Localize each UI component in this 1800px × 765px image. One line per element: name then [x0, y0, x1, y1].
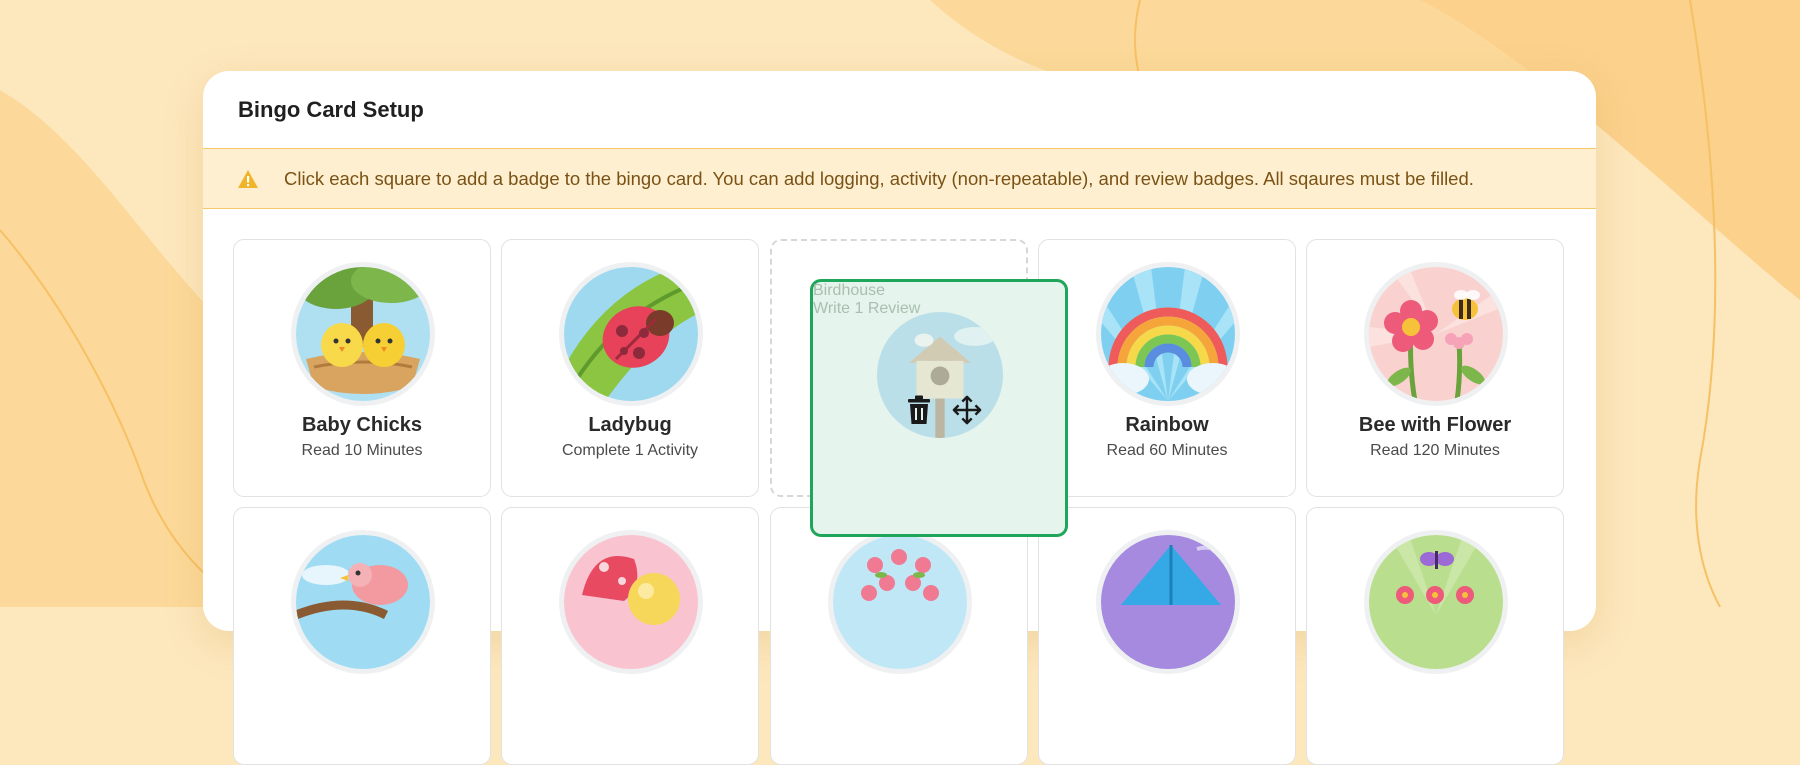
badge-requirement: Read 10 Minutes: [301, 442, 423, 459]
blossom-tree-badge-icon: [833, 535, 967, 669]
bingo-square-2[interactable]: Ladybug Complete 1 Activity: [501, 239, 759, 497]
panel-title: Bingo Card Setup: [238, 97, 424, 122]
kite-badge-icon: [1101, 535, 1235, 669]
bingo-square-6[interactable]: [233, 507, 491, 765]
baby-chicks-badge-icon: [296, 267, 430, 401]
move-icon[interactable]: [952, 394, 982, 426]
bingo-square-1[interactable]: Baby Chicks Read 10 Minutes: [233, 239, 491, 497]
mushroom-badge-icon: [564, 535, 698, 669]
bird-badge-icon: [296, 535, 430, 669]
ladybug-badge-icon: [564, 267, 698, 401]
notice-text: Click each square to add a badge to the …: [284, 168, 1474, 189]
bingo-square-7[interactable]: [501, 507, 759, 765]
trash-icon[interactable]: [904, 394, 934, 426]
badge-requirement: Read 120 Minutes: [1370, 442, 1500, 459]
dragging-bingo-square[interactable]: Birdhouse Write 1 Review: [810, 279, 1068, 537]
bingo-square-9[interactable]: [1038, 507, 1296, 765]
bingo-square-10[interactable]: [1306, 507, 1564, 765]
warning-icon: [238, 170, 258, 188]
badge-name: Bee with Flower: [1358, 414, 1512, 436]
badge-name: Rainbow: [1125, 414, 1209, 436]
bingo-square-5[interactable]: Bee with Flower Read 120 Minutes: [1306, 239, 1564, 497]
flower-butterfly-badge-icon: [1369, 535, 1503, 669]
tile-actions: [904, 394, 984, 428]
badge-name: Birdhouse: [813, 282, 886, 299]
badge-name: Ladybug: [588, 414, 672, 436]
badge-requirement: Complete 1 Activity: [561, 442, 699, 459]
info-notice: Click each square to add a badge to the …: [203, 148, 1596, 209]
bee-flower-badge-icon: [1369, 267, 1503, 401]
rainbow-badge-icon: [1101, 267, 1235, 401]
badge-requirement: Read 60 Minutes: [1106, 442, 1228, 459]
badge-name: Baby Chicks: [301, 414, 423, 436]
bingo-square-8[interactable]: [770, 507, 1028, 765]
bingo-square-4[interactable]: Rainbow Read 60 Minutes: [1038, 239, 1296, 497]
